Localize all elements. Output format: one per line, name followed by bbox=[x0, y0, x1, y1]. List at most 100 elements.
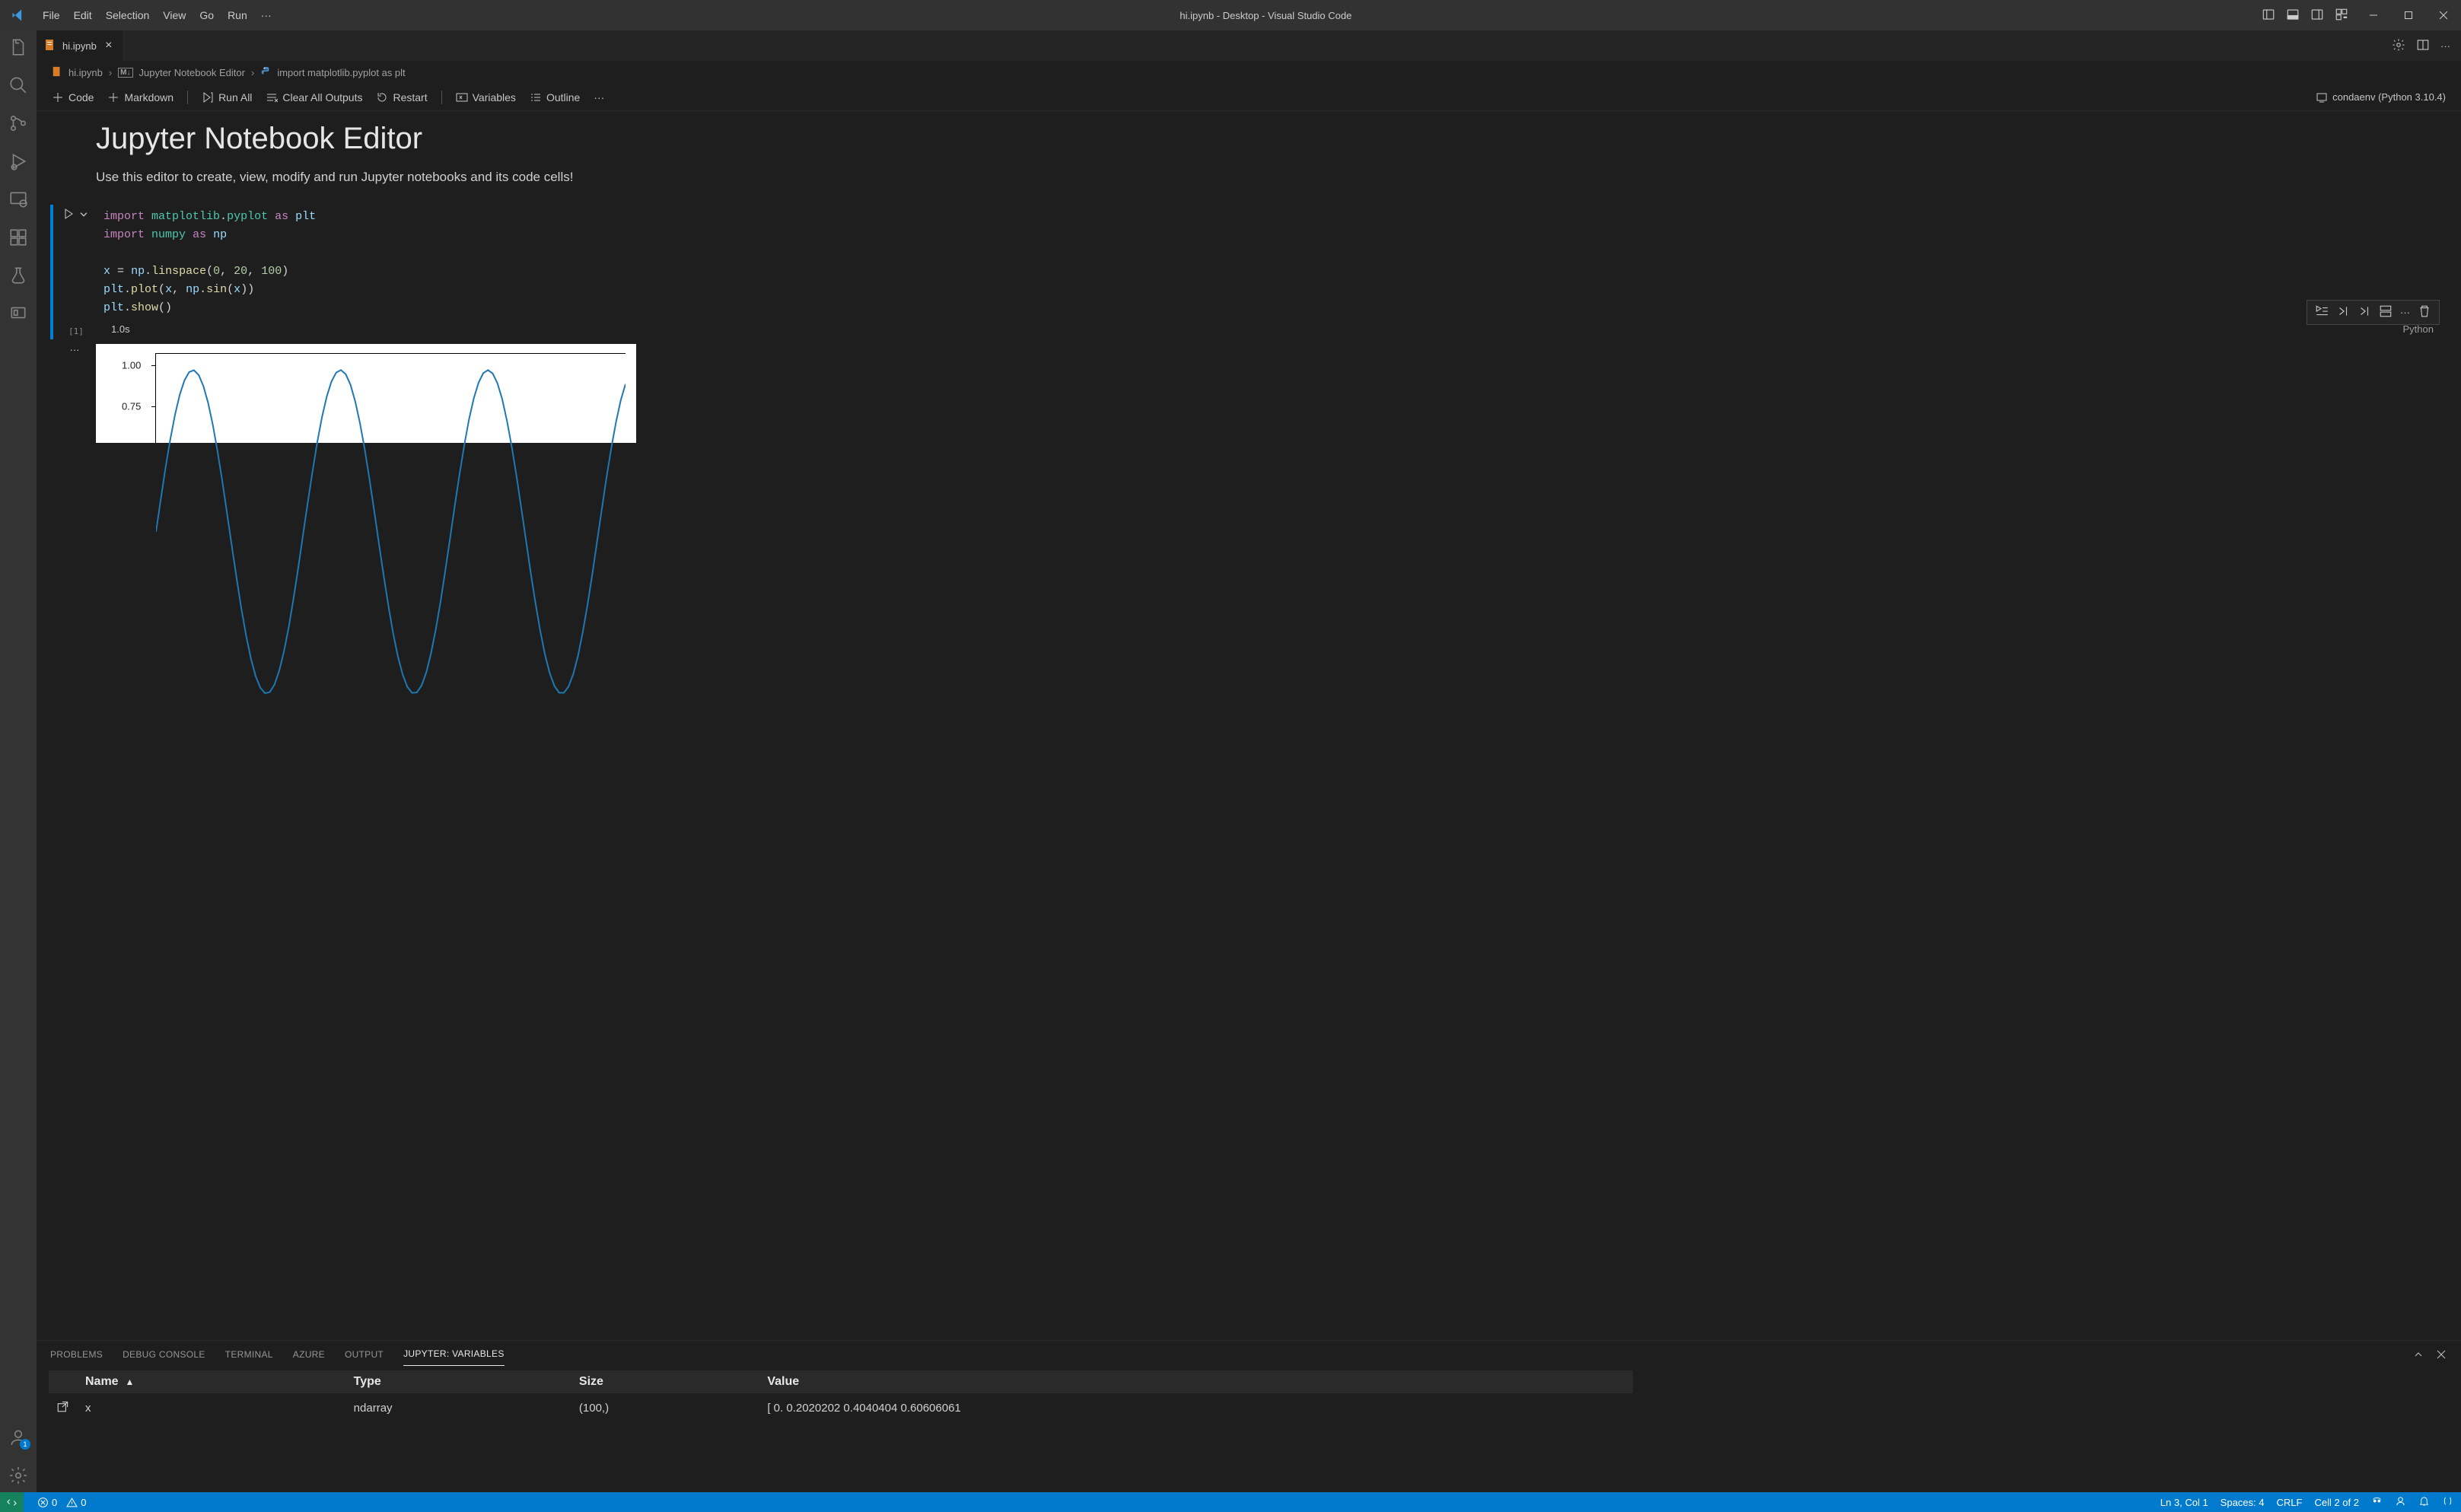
menu-selection[interactable]: Selection bbox=[106, 9, 150, 21]
cursor-position[interactable]: Ln 3, Col 1 bbox=[2160, 1497, 2208, 1508]
var-name: x bbox=[78, 1393, 346, 1422]
panel-tab-output[interactable]: OUTPUT bbox=[345, 1346, 384, 1366]
notebook-file-icon bbox=[52, 66, 62, 79]
panel-close-icon[interactable] bbox=[2435, 1348, 2447, 1363]
separator bbox=[441, 91, 442, 104]
run-by-line-icon[interactable] bbox=[2315, 304, 2329, 320]
breadcrumb-file[interactable]: hi.ipynb bbox=[68, 67, 103, 78]
panel-collapse-icon[interactable] bbox=[2412, 1348, 2424, 1363]
menu-go[interactable]: Go bbox=[199, 9, 214, 21]
cell-language[interactable]: Python bbox=[2403, 323, 2441, 335]
delete-cell-icon[interactable] bbox=[2418, 304, 2431, 320]
cell-output: ··· 1.00 0.75 bbox=[50, 339, 2447, 443]
layout-left-icon[interactable] bbox=[2262, 8, 2275, 24]
run-menu-chevron-icon[interactable] bbox=[78, 208, 90, 222]
panel-tab-debug[interactable]: DEBUG CONSOLE bbox=[123, 1346, 205, 1366]
menu-overflow-icon[interactable]: ··· bbox=[261, 9, 272, 21]
clear-outputs-button[interactable]: Clear All Outputs bbox=[266, 91, 362, 103]
popout-column bbox=[49, 1370, 78, 1393]
settings-gear-icon[interactable] bbox=[8, 1465, 29, 1486]
customize-layout-icon[interactable] bbox=[2335, 8, 2348, 24]
var-value: [ 0. 0.2020202 0.4040404 0.60606061 bbox=[759, 1393, 1632, 1422]
panel-tab-problems[interactable]: PROBLEMS bbox=[50, 1346, 103, 1366]
kernel-picker[interactable]: condaenv (Python 3.10.4) bbox=[2316, 91, 2446, 103]
split-editor-icon[interactable] bbox=[2416, 38, 2430, 54]
table-row[interactable]: x ndarray (100,) [ 0. 0.2020202 0.404040… bbox=[49, 1393, 1633, 1422]
breadcrumb[interactable]: hi.ipynb › M↓ Jupyter Notebook Editor › … bbox=[37, 61, 2461, 84]
menu-file[interactable]: File bbox=[43, 9, 60, 21]
panel-tab-azure[interactable]: AZURE bbox=[293, 1346, 325, 1366]
var-size: (100,) bbox=[571, 1393, 759, 1422]
feedback-icon[interactable] bbox=[2395, 1495, 2406, 1509]
statusbar: 0 0 Ln 3, Col 1 Spaces: 4 CRLF Cell 2 of… bbox=[0, 1492, 2461, 1512]
cell-status: 1.0s Python bbox=[97, 320, 2447, 339]
errors-count[interactable]: 0 bbox=[37, 1497, 57, 1508]
copilot-icon[interactable] bbox=[2371, 1495, 2383, 1509]
layout-bottom-icon[interactable] bbox=[2286, 8, 2300, 24]
prettier-icon[interactable] bbox=[2442, 1495, 2453, 1509]
close-button[interactable] bbox=[2426, 0, 2461, 30]
execute-above-icon[interactable] bbox=[2336, 304, 2350, 320]
maximize-button[interactable] bbox=[2391, 0, 2426, 30]
run-cell-icon[interactable] bbox=[62, 208, 75, 222]
toolbar-more-icon[interactable]: ··· bbox=[594, 91, 604, 103]
col-type[interactable]: Type bbox=[346, 1370, 571, 1393]
cell-position[interactable]: Cell 2 of 2 bbox=[2314, 1497, 2359, 1508]
run-gear-icon[interactable] bbox=[2392, 38, 2405, 54]
explorer-icon[interactable] bbox=[8, 37, 29, 58]
eol[interactable]: CRLF bbox=[2277, 1497, 2303, 1508]
layout-right-icon[interactable] bbox=[2310, 8, 2324, 24]
chevron-right-icon: › bbox=[251, 67, 254, 78]
run-debug-icon[interactable] bbox=[8, 151, 29, 172]
bell-icon[interactable] bbox=[2418, 1495, 2430, 1509]
panel-tab-variables[interactable]: JUPYTER: VARIABLES bbox=[403, 1345, 505, 1366]
run-all-button[interactable]: Run All bbox=[202, 91, 252, 103]
execution-count: [1] bbox=[68, 326, 84, 339]
panel-tab-terminal[interactable]: TERMINAL bbox=[225, 1346, 273, 1366]
sort-asc-icon: ▲ bbox=[125, 1377, 134, 1387]
azure-icon[interactable] bbox=[8, 303, 29, 324]
variables-button[interactable]: Variables bbox=[456, 91, 516, 103]
code-cell[interactable]: [1] import matplotlib.pyplot as plt impo… bbox=[50, 205, 2447, 339]
execute-below-icon[interactable] bbox=[2358, 304, 2371, 320]
remote-explorer-icon[interactable] bbox=[8, 189, 29, 210]
output-more-icon[interactable]: ··· bbox=[70, 344, 80, 443]
cell-focus-bar bbox=[50, 205, 53, 339]
accounts-badge: 1 bbox=[20, 1439, 30, 1450]
var-type: ndarray bbox=[346, 1393, 571, 1422]
popout-icon[interactable] bbox=[56, 1403, 70, 1416]
breadcrumb-section[interactable]: Jupyter Notebook Editor bbox=[139, 67, 245, 78]
variables-table: Name ▲ Type Size Value x ndarray (100,) … bbox=[37, 1366, 2461, 1492]
execution-time: 1.0s bbox=[111, 323, 130, 335]
tab-more-icon[interactable]: ··· bbox=[2440, 40, 2450, 52]
add-markdown-cell-button[interactable]: Markdown bbox=[107, 91, 174, 103]
accounts-icon[interactable]: 1 bbox=[8, 1427, 29, 1448]
code-editor[interactable]: import matplotlib.pyplot as plt import n… bbox=[97, 205, 2447, 320]
activity-bar: 1 bbox=[0, 30, 37, 1492]
col-value[interactable]: Value bbox=[759, 1370, 1632, 1393]
editor-tab[interactable]: hi.ipynb × bbox=[37, 30, 123, 61]
source-control-icon[interactable] bbox=[8, 113, 29, 134]
search-icon[interactable] bbox=[8, 75, 29, 96]
menu-run[interactable]: Run bbox=[228, 9, 247, 21]
menu-view[interactable]: View bbox=[163, 9, 186, 21]
outline-button[interactable]: Outline bbox=[530, 91, 580, 103]
tab-close-icon[interactable]: × bbox=[103, 40, 115, 52]
indentation[interactable]: Spaces: 4 bbox=[2221, 1497, 2265, 1508]
testing-icon[interactable] bbox=[8, 265, 29, 286]
breadcrumb-symbol[interactable]: import matplotlib.pyplot as plt bbox=[277, 67, 405, 78]
extensions-icon[interactable] bbox=[8, 227, 29, 248]
panel-tabs: PROBLEMS DEBUG CONSOLE TERMINAL AZURE OU… bbox=[37, 1341, 2461, 1366]
col-name[interactable]: Name ▲ bbox=[78, 1370, 346, 1393]
restart-kernel-button[interactable]: Restart bbox=[376, 91, 427, 103]
y-tick-label: 1.00 bbox=[122, 360, 141, 371]
menu-edit[interactable]: Edit bbox=[74, 9, 92, 21]
cell-more-icon[interactable]: ··· bbox=[2400, 307, 2410, 318]
col-size[interactable]: Size bbox=[571, 1370, 759, 1393]
warnings-count[interactable]: 0 bbox=[66, 1497, 86, 1508]
minimize-button[interactable] bbox=[2356, 0, 2391, 30]
remote-indicator[interactable] bbox=[0, 1492, 24, 1512]
notebook-body: Jupyter Notebook Editor Use this editor … bbox=[37, 111, 2461, 1340]
split-cell-icon[interactable] bbox=[2379, 304, 2393, 320]
add-code-cell-button[interactable]: Code bbox=[52, 91, 94, 103]
